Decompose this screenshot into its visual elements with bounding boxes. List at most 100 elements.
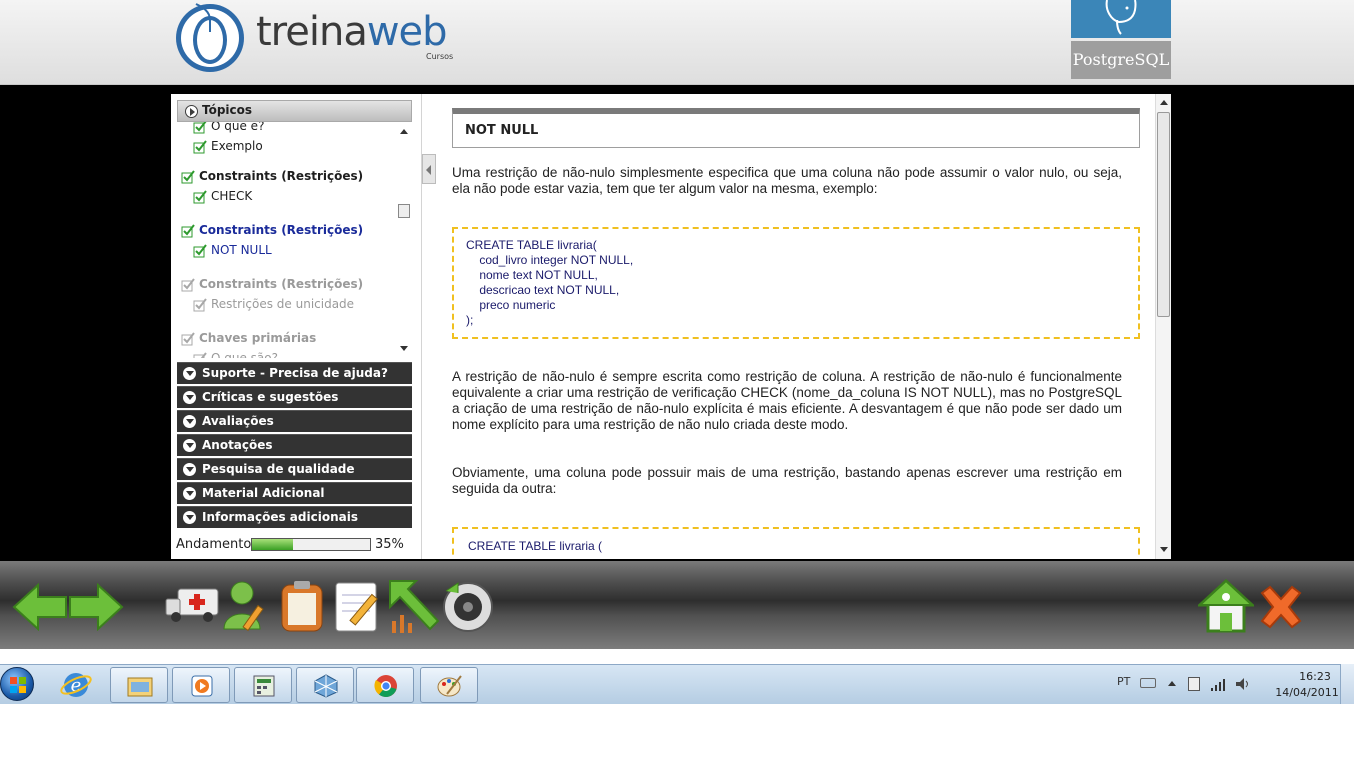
topic-label: CHECK: [211, 189, 253, 203]
close-x-icon[interactable]: [1258, 585, 1304, 633]
topic-label: O que são?: [211, 351, 278, 358]
internet-explorer-icon[interactable]: e: [58, 669, 94, 701]
topic-list-scrollbar[interactable]: [397, 124, 411, 356]
progress-fill: [252, 539, 294, 550]
topics-header[interactable]: Tópicos: [177, 100, 412, 122]
accordion-label: Suporte - Precisa de ajuda?: [202, 366, 388, 380]
show-hidden-icons-icon[interactable]: [1168, 681, 1176, 686]
paint-icon[interactable]: [420, 667, 478, 703]
scroll-thumb[interactable]: [398, 204, 410, 218]
accordion-label: Pesquisa de qualidade: [202, 462, 355, 476]
scroll-down-icon[interactable]: [1160, 547, 1168, 552]
clock-date[interactable]: 14/04/2011: [1267, 686, 1347, 699]
accordion-item[interactable]: Críticas e sugestões: [177, 386, 412, 408]
topic-section[interactable]: Constraints (Restrições): [181, 220, 363, 240]
accordion-item[interactable]: Anotações: [177, 434, 412, 456]
clipboard-icon[interactable]: [278, 579, 326, 637]
accordion-item[interactable]: Avaliações: [177, 410, 412, 432]
paragraph-intro: Uma restrição de não-nulo simplesmente e…: [452, 165, 1122, 196]
topic-item[interactable]: Exemplo: [193, 136, 263, 156]
chevron-down-icon: [183, 511, 196, 524]
signal-icon[interactable]: [1210, 677, 1226, 691]
windows-taskbar: e PT 16:23 14/04/2011: [0, 664, 1354, 704]
screen: treinaweb Cursos PostgreSQL Tópicos O qu…: [0, 0, 1366, 768]
expand-arrow-icon: [185, 105, 198, 118]
network-device-icon[interactable]: [1188, 677, 1200, 691]
checkmark-icon: [193, 243, 207, 257]
topic-section[interactable]: Constraints (Restrições): [181, 274, 363, 294]
section-title-box: NOT NULL: [452, 108, 1140, 148]
ambulance-icon[interactable]: [164, 585, 220, 629]
topic-label: NOT NULL: [211, 243, 272, 257]
paragraph-multiple-constraints: Obviamente, uma coluna pode possuir mais…: [452, 465, 1122, 496]
show-desktop-button[interactable]: [1340, 664, 1354, 704]
topic-section[interactable]: Constraints (Restrições): [181, 166, 363, 186]
content-scroll-thumb[interactable]: [1157, 112, 1170, 317]
checkmark-icon: [193, 351, 207, 358]
chevron-down-icon: [183, 487, 196, 500]
record-disc-icon[interactable]: [440, 579, 494, 637]
scroll-up-icon[interactable]: [400, 129, 408, 134]
checkmark-icon: [193, 189, 207, 203]
accordion-item[interactable]: Pesquisa de qualidade: [177, 458, 412, 480]
forward-arrow-icon[interactable]: [68, 582, 124, 635]
code-line: descricao text NOT NULL,: [466, 283, 620, 297]
notepad-pencil-icon[interactable]: [334, 579, 384, 637]
topic-label: O que é?: [211, 122, 265, 133]
scroll-down-icon[interactable]: [400, 346, 408, 351]
topic-label: Exemplo: [211, 139, 263, 153]
media-player-icon[interactable]: [172, 667, 230, 703]
volume-icon[interactable]: [1234, 676, 1252, 692]
topic-item[interactable]: NOT NULL: [193, 240, 272, 260]
section-title: NOT NULL: [465, 123, 539, 138]
user-edit-icon[interactable]: [222, 579, 270, 637]
elephant-icon: [1071, 0, 1171, 38]
topic-section[interactable]: Chaves primárias: [181, 328, 316, 348]
topic-item[interactable]: Restrições de unicidade: [193, 294, 354, 314]
clock-time[interactable]: 16:23: [1285, 670, 1345, 683]
checkmark-icon: [181, 223, 195, 237]
postgresql-label: PostgreSQL: [1071, 41, 1171, 79]
topic-label: Constraints (Restrições): [199, 277, 364, 291]
chevron-down-icon: [183, 463, 196, 476]
accordion-item[interactable]: Material Adicional: [177, 482, 412, 504]
up-chart-arrow-icon[interactable]: [386, 577, 440, 639]
header-banner: treinaweb Cursos PostgreSQL: [0, 0, 1354, 85]
postgresql-logo: PostgreSQL: [1071, 0, 1171, 80]
topic-label: Chaves primárias: [199, 331, 317, 345]
chevron-down-icon: [183, 439, 196, 452]
paragraph-explanation: A restrição de não-nulo é sempre escrita…: [452, 369, 1122, 432]
language-indicator[interactable]: PT: [1117, 675, 1130, 688]
accordion-label: Críticas e sugestões: [202, 390, 339, 404]
file-explorer-icon[interactable]: [110, 667, 168, 703]
bottom-toolbar: [0, 561, 1354, 649]
calculator-spreadsheet-icon[interactable]: [234, 667, 292, 703]
code-block-2: CREATE TABLE livraria (: [452, 527, 1140, 559]
checkmark-icon: [193, 297, 207, 311]
chrome-icon[interactable]: [356, 667, 414, 703]
accordion-item[interactable]: Suporte - Precisa de ajuda?: [177, 362, 412, 384]
progress-label: Andamento: [176, 537, 252, 552]
checkmark-icon: [181, 331, 195, 345]
treinaweb-logo[interactable]: treinaweb Cursos: [170, 0, 480, 76]
scroll-up-icon[interactable]: [1160, 100, 1168, 105]
sidebar: Tópicos O que é? Exemplo Constraints (Rest…: [171, 94, 421, 559]
start-button[interactable]: [0, 667, 34, 701]
topic-label: Constraints (Restrições): [199, 223, 364, 237]
accordion-label: Anotações: [202, 438, 273, 452]
topic-item[interactable]: CHECK: [193, 186, 252, 206]
checkmark-icon: [193, 122, 207, 133]
keyboard-icon[interactable]: [1140, 678, 1156, 688]
code-block-1: CREATE TABLE livraria( cod_livro integer…: [452, 227, 1140, 339]
chevron-left-icon: [426, 165, 431, 175]
home-icon[interactable]: [1196, 578, 1256, 637]
virtualbox-icon[interactable]: [296, 667, 354, 703]
code-line: preco numeric: [466, 298, 556, 312]
content-scrollbar[interactable]: [1155, 94, 1171, 559]
collapse-sidebar-button[interactable]: [422, 154, 436, 184]
accordion-item[interactable]: Informações adicionais: [177, 506, 412, 528]
topic-item[interactable]: O que são?: [193, 348, 278, 358]
back-arrow-icon[interactable]: [12, 582, 68, 635]
checkmark-icon: [193, 139, 207, 153]
topic-item[interactable]: O que é?: [193, 122, 264, 136]
